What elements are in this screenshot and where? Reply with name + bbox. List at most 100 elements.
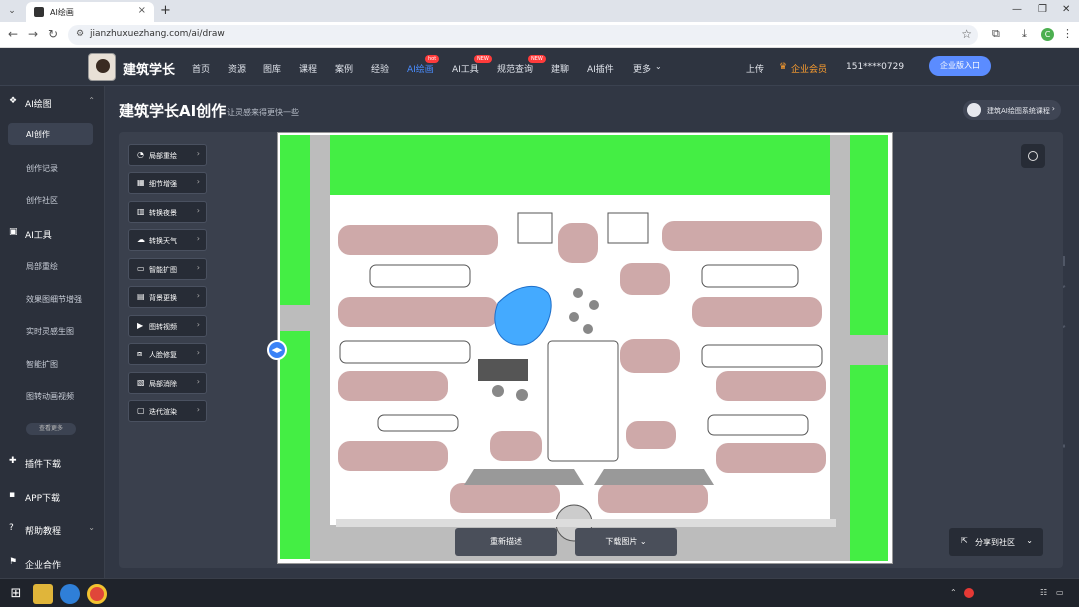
tool-outpaint-button[interactable]: ▭ 智能扩图 › bbox=[128, 258, 207, 280]
sidebar-section-ai-tools[interactable]: ▣ AI工具 bbox=[0, 223, 105, 243]
chevron-right-icon: › bbox=[196, 291, 200, 300]
sidebar-item-ai-create[interactable]: AI创作 bbox=[8, 123, 93, 145]
chevron-right-icon: › bbox=[196, 348, 200, 357]
tool-background-button[interactable]: ▤ 背景更换 › bbox=[128, 286, 207, 308]
new-tab-button[interactable]: + bbox=[160, 3, 171, 18]
sidebar-item-label: AI创作 bbox=[26, 130, 50, 139]
nav-spec-query[interactable]: 规范查询 bbox=[497, 62, 533, 75]
regenerate-button[interactable]: 重新描述 bbox=[455, 528, 557, 556]
sidebar-item-img2video[interactable]: 图转动画视频 bbox=[26, 391, 74, 402]
nav-gallery[interactable]: 图库 bbox=[263, 62, 281, 75]
sidebar-item-inpaint[interactable]: 局部重绘 bbox=[26, 261, 58, 272]
download-label: 下载图片 bbox=[605, 537, 638, 546]
browser-menu-icon[interactable]: ⋮ bbox=[1062, 27, 1073, 40]
sidebar-item-history[interactable]: 创作记录 bbox=[26, 163, 58, 174]
sidebar-section-plugin[interactable]: ✚ 插件下载 bbox=[0, 452, 105, 472]
share-label: 分享到社区 bbox=[975, 538, 1015, 547]
nav-ai-draw[interactable]: AI绘画 bbox=[407, 62, 434, 75]
nav-more[interactable]: 更多 bbox=[633, 62, 651, 75]
file-explorer-icon[interactable] bbox=[33, 584, 53, 604]
upload-link[interactable]: 上传 bbox=[746, 62, 764, 75]
sidebar-item-realtime[interactable]: 实时灵感生图 bbox=[26, 326, 74, 337]
tab-close-icon[interactable]: × bbox=[138, 5, 146, 16]
url-field[interactable]: ⚙ jianzhuxuezhang.com/ai/draw ☆ bbox=[68, 25, 978, 45]
sidebar-section-ai-draw[interactable]: ❖ AI绘图 ⌃ bbox=[0, 92, 105, 112]
cloud-icon: ☁ bbox=[137, 235, 145, 244]
moon-icon: ▥ bbox=[137, 207, 145, 216]
tool-face-button[interactable]: ⧈ 人脸修复 › bbox=[128, 343, 207, 365]
course-avatar-icon bbox=[967, 103, 981, 117]
compare-slider-handle[interactable]: ◀▶ bbox=[267, 340, 287, 360]
sidebar-section-label: APP下载 bbox=[25, 494, 61, 504]
maximize-icon[interactable]: ❐ bbox=[1038, 4, 1047, 15]
sidebar-section-cooperation[interactable]: ⚑ 企业合作 bbox=[0, 553, 105, 573]
share-community-button[interactable]: ⇱ 分享到社区 ⌄ bbox=[949, 528, 1043, 556]
chevron-down-icon: ⌄ bbox=[1026, 536, 1033, 545]
windows-start-icon[interactable]: ⊞ bbox=[6, 584, 26, 604]
sidebar-item-detail-enhance[interactable]: 效果图细节增强 bbox=[26, 294, 82, 305]
background-icon: ▤ bbox=[137, 292, 145, 301]
download-icon[interactable]: ⤓ bbox=[1022, 27, 1027, 41]
nav-chat[interactable]: 建聊 bbox=[551, 62, 569, 75]
tool-detail-button[interactable]: ▦ 细节增强 › bbox=[128, 172, 207, 194]
enterprise-label: 企业版入口 bbox=[940, 61, 980, 70]
tool-erase-button[interactable]: ▧ 局部消除 › bbox=[128, 372, 207, 394]
nav-ai-tools[interactable]: AI工具 bbox=[452, 62, 479, 75]
chevron-down-icon: ⌄ bbox=[655, 62, 662, 71]
face-icon: ⧈ bbox=[137, 349, 143, 358]
nav-cases[interactable]: 案例 bbox=[335, 62, 353, 75]
nav-resources[interactable]: 资源 bbox=[228, 62, 246, 75]
image-icon: ▦ bbox=[137, 178, 145, 187]
tool-iterate-button[interactable]: ▢ 迭代渲染 › bbox=[128, 400, 207, 422]
sidebar-item-outpaint[interactable]: 智能扩图 bbox=[26, 359, 58, 370]
chevron-right-icon: › bbox=[196, 320, 200, 329]
enterprise-entry-button[interactable]: 企业版入口 bbox=[929, 56, 991, 76]
tool-weather-button[interactable]: ☁ 转换天气 › bbox=[128, 229, 207, 251]
nav-ai-plugin[interactable]: AI插件 bbox=[587, 62, 614, 75]
page-title: 建筑学长AI创作 bbox=[119, 102, 227, 120]
minimize-icon[interactable]: — bbox=[1012, 4, 1022, 15]
tray-chevron-icon[interactable]: ⌃ bbox=[950, 588, 957, 597]
toggle-compare-button[interactable] bbox=[1021, 144, 1045, 168]
tray-app-icon[interactable] bbox=[964, 588, 974, 598]
sidebar-section-help[interactable]: ? 帮助教程 ⌄ bbox=[0, 519, 105, 539]
sidebar-section-app[interactable]: ▪ APP下载 bbox=[0, 486, 105, 506]
edge-browser-icon[interactable] bbox=[60, 584, 80, 604]
view-more-button[interactable]: 查看更多 bbox=[26, 423, 76, 435]
site-info-icon[interactable]: ⚙ bbox=[76, 29, 84, 39]
notification-icon[interactable]: ▭ bbox=[1056, 588, 1064, 597]
chrome-browser-icon[interactable] bbox=[87, 584, 107, 604]
window-close-icon[interactable]: ✕ bbox=[1062, 4, 1070, 15]
back-icon[interactable]: ← bbox=[8, 27, 18, 41]
download-image-button[interactable]: 下载图片 ⌄ bbox=[575, 528, 677, 556]
user-phone[interactable]: 151****0729 bbox=[846, 62, 904, 72]
tool-inpaint-button[interactable]: ◔ 局部重绘 › bbox=[128, 144, 207, 166]
bookmark-star-icon[interactable]: ☆ bbox=[961, 27, 972, 41]
browser-tab[interactable]: AI绘画 × bbox=[26, 2, 154, 22]
vip-link[interactable]: 企业会员 bbox=[791, 62, 827, 75]
nav-courses[interactable]: 课程 bbox=[299, 62, 317, 75]
tool-video-button[interactable]: ▶ 图转视频 › bbox=[128, 315, 207, 337]
chevron-right-icon: › bbox=[196, 377, 200, 386]
brand-name[interactable]: 建筑学长 bbox=[123, 59, 175, 78]
nav-experience[interactable]: 经验 bbox=[371, 62, 389, 75]
extensions-icon[interactable]: ⧉ bbox=[992, 27, 1000, 41]
chevron-up-icon: ⌃ bbox=[88, 96, 95, 105]
network-icon[interactable]: ☷ bbox=[1040, 588, 1047, 597]
reload-icon[interactable]: ↻ bbox=[48, 27, 58, 41]
nav-home[interactable]: 首页 bbox=[192, 62, 210, 75]
tool-label: 局部消除 bbox=[149, 380, 177, 388]
sidebar-item-community[interactable]: 创作社区 bbox=[26, 195, 58, 206]
site-plan-image[interactable] bbox=[277, 132, 893, 564]
phone-icon: ▪ bbox=[9, 490, 16, 500]
site-plan-drawing bbox=[278, 133, 892, 563]
chevron-right-icon: › bbox=[196, 263, 200, 272]
chevron-right-icon: › bbox=[196, 149, 200, 158]
logo-avatar[interactable] bbox=[88, 53, 116, 81]
tool-label: 图转视频 bbox=[149, 323, 177, 331]
profile-avatar[interactable]: C bbox=[1041, 28, 1054, 41]
tool-night-button[interactable]: ▥ 转换夜景 › bbox=[128, 201, 207, 223]
tab-search-icon[interactable]: ⌄ bbox=[6, 5, 18, 17]
course-link-button[interactable]: 建筑AI绘图系统课程 › bbox=[963, 100, 1061, 120]
forward-icon[interactable]: → bbox=[28, 27, 38, 41]
